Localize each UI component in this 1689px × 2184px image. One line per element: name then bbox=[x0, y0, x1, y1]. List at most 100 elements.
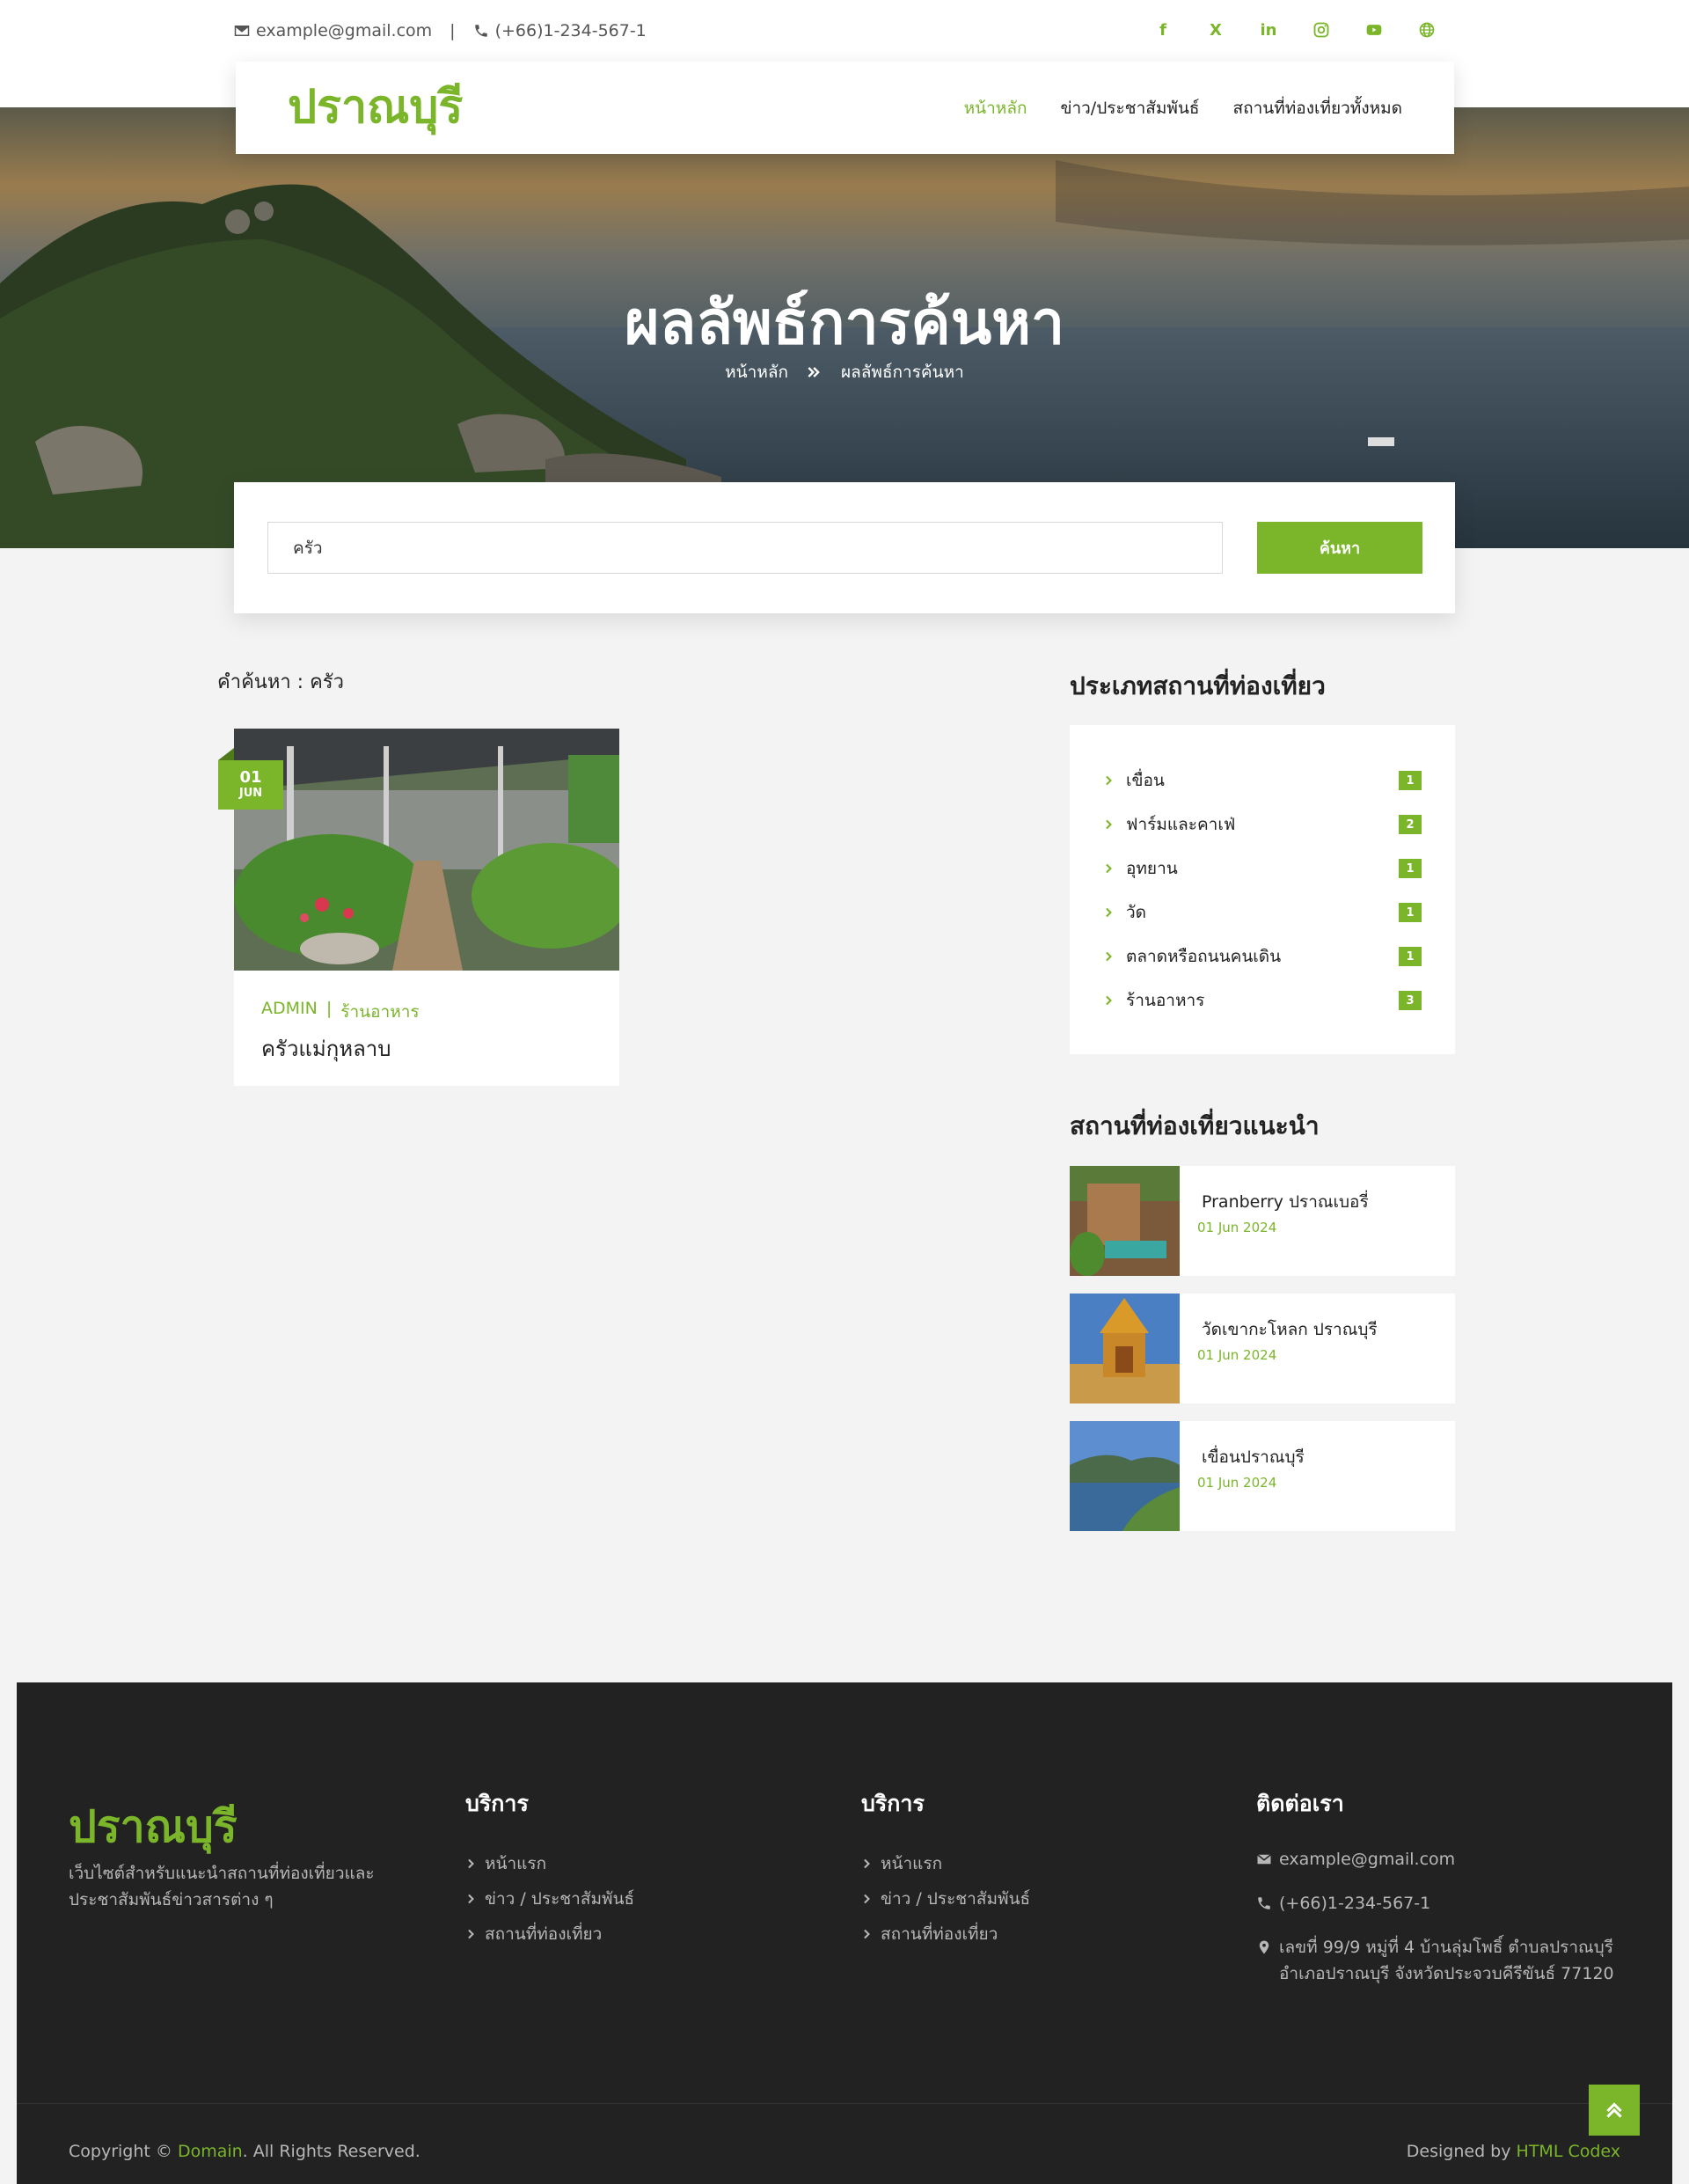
category-count: 1 bbox=[1399, 859, 1422, 878]
social-links: f X in bbox=[1152, 16, 1437, 44]
topbar-email[interactable]: example@gmail.com bbox=[234, 21, 432, 40]
post-date-badge: 01 JUN bbox=[218, 748, 283, 810]
category-label: วัด bbox=[1126, 903, 1147, 922]
footer-logo[interactable]: ปราณบุรี bbox=[69, 1792, 238, 1862]
recommended-item[interactable]: วัดเขากะโหลก ปราณบุรี 01 Jun 2024 bbox=[1070, 1294, 1455, 1403]
breadcrumb: หน้าหลัก ผลลัพธ์การค้นหา bbox=[0, 359, 1689, 385]
categories-list: เขื่อน 1 ฟาร์มและคาเฟ่ 2 อุทยาน 1 วัด 1 … bbox=[1103, 759, 1422, 1022]
footer-divider bbox=[17, 2103, 1672, 2104]
footer-link-news[interactable]: ข่าว / ประชาสัมพันธ์ bbox=[465, 1881, 634, 1916]
recommended-title: Pranberry ปราณเบอรี่ bbox=[1202, 1192, 1369, 1212]
copyright-suffix: . All Rights Reserved. bbox=[242, 2142, 420, 2161]
footer-link-label: หน้าแรก bbox=[485, 1854, 547, 1873]
site-logo[interactable]: ปราณบุรี bbox=[288, 81, 463, 134]
footer-link-label: หน้าแรก bbox=[881, 1854, 943, 1873]
designed-by-link[interactable]: HTML Codex bbox=[1517, 2142, 1620, 2161]
x-icon[interactable]: X bbox=[1205, 16, 1226, 44]
category-count: 1 bbox=[1399, 947, 1422, 966]
chevron-right-icon bbox=[1106, 951, 1112, 962]
topbar-email-text: example@gmail.com bbox=[256, 21, 433, 40]
footer-col-title: บริการ bbox=[465, 1792, 529, 1816]
post-meta: ADMIN | ร้านอาหาร bbox=[261, 999, 420, 1025]
footer-contact-phone[interactable]: (+66)1-234-567-1 bbox=[1256, 1890, 1626, 1916]
breadcrumb-current: ผลลัพธ์การค้นหา bbox=[841, 363, 964, 382]
envelope-icon bbox=[234, 26, 250, 36]
footer-copyright: Copyright © Domain. All Rights Reserved. bbox=[69, 2142, 420, 2161]
footer-contact-email[interactable]: example@gmail.com bbox=[1256, 1846, 1626, 1873]
nav-link-news[interactable]: ข่าว/ประชาสัมพันธ์ bbox=[1060, 95, 1199, 121]
footer-contact-address: เลขที่ 99/9 หมู่ที่ 4 บ้านลุ่มโพธิ์ ตำบล… bbox=[1256, 1934, 1626, 1987]
category-label: อุทยาน bbox=[1126, 859, 1178, 878]
category-item[interactable]: วัด 1 bbox=[1103, 890, 1422, 934]
back-to-top-button[interactable] bbox=[1589, 2085, 1640, 2136]
chevron-right-icon bbox=[1106, 995, 1112, 1006]
category-label: ฟาร์มและคาเฟ่ bbox=[1126, 815, 1236, 834]
footer-link-label: สถานที่ท่องเที่ยว bbox=[485, 1924, 603, 1944]
category-label: ร้านอาหาร bbox=[1126, 991, 1205, 1010]
facebook-icon[interactable]: f bbox=[1152, 16, 1174, 44]
category-item[interactable]: ร้านอาหาร 3 bbox=[1103, 978, 1422, 1022]
chevron-right-icon bbox=[1106, 775, 1112, 786]
footer-services-col-1: บริการ หน้าแรก ข่าว / ประชาสัมพันธ์ สถาน… bbox=[465, 1786, 634, 1952]
search-query-label: คำค้นหา : ครัว bbox=[217, 671, 344, 693]
youtube-icon[interactable] bbox=[1364, 16, 1385, 44]
nav-link-home[interactable]: หน้าหลัก bbox=[964, 95, 1027, 121]
post-date-day: 01 bbox=[239, 768, 262, 787]
recommended-thumbnail bbox=[1070, 1294, 1180, 1403]
category-count: 2 bbox=[1399, 815, 1422, 834]
footer-link-home[interactable]: หน้าแรก bbox=[861, 1846, 1030, 1881]
page-title: ผลลัพธ์การค้นหา bbox=[624, 289, 1065, 356]
post-date-month: JUN bbox=[238, 787, 263, 800]
footer-services-col-2: บริการ หน้าแรก ข่าว / ประชาสัมพันธ์ สถาน… bbox=[861, 1786, 1030, 1952]
breadcrumb-home[interactable]: หน้าหลัก bbox=[725, 359, 788, 385]
footer-link-attractions[interactable]: สถานที่ท่องเที่ยว bbox=[465, 1916, 634, 1952]
search-button[interactable]: ค้นหา bbox=[1257, 522, 1422, 574]
category-count: 1 bbox=[1399, 903, 1422, 922]
category-item[interactable]: อุทยาน 1 bbox=[1103, 846, 1422, 890]
globe-icon[interactable] bbox=[1416, 16, 1437, 44]
footer-link-label: ข่าว / ประชาสัมพันธ์ bbox=[881, 1889, 1031, 1909]
copyright-domain-link[interactable]: Domain bbox=[178, 2142, 243, 2161]
topbar-separator: | bbox=[450, 21, 456, 40]
linkedin-icon[interactable]: in bbox=[1258, 16, 1279, 44]
footer-link-label: ข่าว / ประชาสัมพันธ์ bbox=[485, 1889, 635, 1909]
recommended-item[interactable]: Pranberry ปราณเบอรี่ 01 Jun 2024 bbox=[1070, 1166, 1455, 1276]
recommended-item[interactable]: เขื่อนปราณบุรี 01 Jun 2024 bbox=[1070, 1421, 1455, 1531]
result-image[interactable] bbox=[234, 729, 619, 971]
footer-link-home[interactable]: หน้าแรก bbox=[465, 1846, 634, 1881]
main-navbar: ปราณบุรี หน้าหลัก ข่าว/ประชาสัมพันธ์ สถา… bbox=[236, 62, 1454, 154]
category-item[interactable]: ตลาดหรือถนนคนเดิน 1 bbox=[1103, 934, 1422, 978]
result-card[interactable]: 01 JUN ADMIN | ร้านอาหาร ครัวแม่กุหลาบ bbox=[218, 729, 619, 1086]
instagram-icon[interactable] bbox=[1311, 16, 1332, 44]
footer-address-text: เลขที่ 99/9 หมู่ที่ 4 บ้านลุ่มโพธิ์ ตำบล… bbox=[1279, 1938, 1614, 1983]
footer-contact-title: ติดต่อเรา bbox=[1256, 1792, 1344, 1816]
category-label: เขื่อน bbox=[1126, 771, 1165, 790]
chevron-right-icon bbox=[468, 1929, 474, 1939]
phone-icon bbox=[1258, 1897, 1270, 1909]
recommended-heading: สถานที่ท่องเที่ยวแนะนำ bbox=[1070, 1112, 1320, 1140]
category-count: 3 bbox=[1399, 991, 1422, 1010]
footer-email-text: example@gmail.com bbox=[1279, 1850, 1456, 1869]
post-meta-separator: | bbox=[325, 999, 333, 1018]
footer-description: เว็บไซต์สำหรับแนะนำสถานที่ท่องเที่ยวและป… bbox=[69, 1864, 375, 1909]
footer-link-news[interactable]: ข่าว / ประชาสัมพันธ์ bbox=[861, 1881, 1030, 1916]
nav-link-attractions[interactable]: สถานที่ท่องเที่ยวทั้งหมด bbox=[1232, 95, 1402, 121]
double-chevron-up-icon bbox=[1606, 2102, 1622, 2118]
topbar-contact: example@gmail.com | (+66)1-234-567-1 bbox=[234, 18, 647, 44]
category-item[interactable]: ฟาร์มและคาเฟ่ 2 bbox=[1103, 803, 1422, 846]
search-input[interactable] bbox=[267, 522, 1223, 574]
post-category[interactable]: ร้านอาหาร bbox=[340, 999, 419, 1025]
chevron-right-icon bbox=[468, 1894, 474, 1904]
footer-col-title: บริการ bbox=[861, 1792, 925, 1816]
post-author[interactable]: ADMIN bbox=[261, 999, 318, 1025]
post-title[interactable]: ครัวแม่กุหลาบ bbox=[261, 1031, 391, 1066]
recommended-thumbnail bbox=[1070, 1421, 1180, 1531]
categories-card: เขื่อน 1 ฟาร์มและคาเฟ่ 2 อุทยาน 1 วัด 1 … bbox=[1070, 725, 1455, 1054]
topbar-phone[interactable]: (+66)1-234-567-1 bbox=[473, 21, 647, 40]
footer-designed-by: Designed by HTML Codex bbox=[1407, 2142, 1620, 2161]
recommended-title: เขื่อนปราณบุรี bbox=[1202, 1447, 1305, 1467]
category-item[interactable]: เขื่อน 1 bbox=[1103, 759, 1422, 803]
categories-heading: ประเภทสถานที่ท่องเที่ยว bbox=[1070, 672, 1326, 700]
footer-link-attractions[interactable]: สถานที่ท่องเที่ยว bbox=[861, 1916, 1030, 1952]
chevron-right-icon bbox=[864, 1894, 870, 1904]
